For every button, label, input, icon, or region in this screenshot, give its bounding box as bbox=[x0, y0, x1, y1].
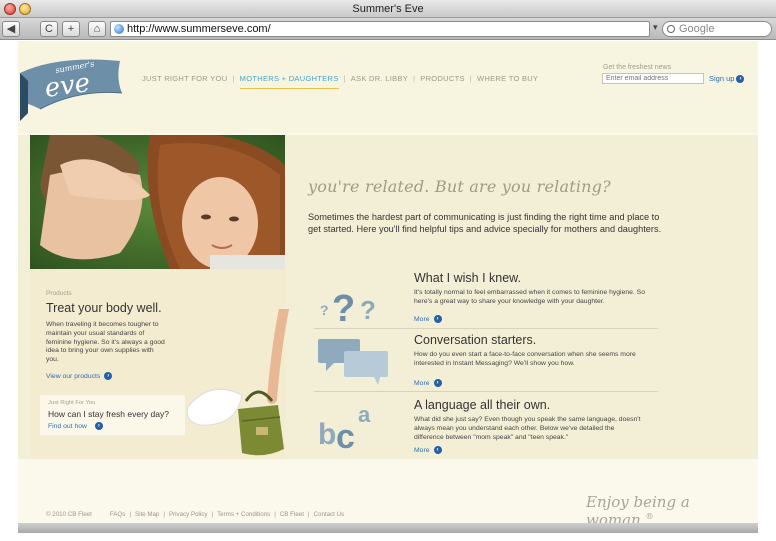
search-icon bbox=[667, 25, 675, 33]
more-link[interactable]: More › bbox=[414, 315, 442, 323]
products-body: When traveling it becomes tougher to mai… bbox=[46, 321, 165, 364]
divider bbox=[314, 391, 658, 392]
feature-conversation-starters: Conversation starters. How do you even s… bbox=[314, 333, 658, 393]
view-products-link[interactable]: View our products › bbox=[46, 372, 113, 380]
reload-button[interactable]: C bbox=[40, 21, 58, 37]
arrow-right-icon: › bbox=[104, 372, 113, 380]
main-nav: JUST RIGHT FOR YOU | MOTHERS + DAUGHTERS… bbox=[142, 74, 538, 89]
find-out-how-link[interactable]: Find out how › bbox=[48, 422, 103, 430]
nav-separator: | bbox=[469, 74, 473, 83]
feature-body: It's totally normal to feel embarrassed … bbox=[414, 289, 645, 305]
view-products-label: View our products bbox=[46, 372, 101, 380]
more-label: More bbox=[414, 379, 430, 387]
hero-tagline: you're related. But are you relating? bbox=[308, 177, 611, 196]
question-marks-icon: ? ? ? bbox=[320, 288, 376, 330]
back-button[interactable]: ◀ bbox=[2, 21, 20, 37]
search-field[interactable]: Google bbox=[662, 21, 772, 37]
feature-title: A language all their own. bbox=[414, 398, 551, 412]
copyright: © 2010 CB Fleet bbox=[46, 511, 92, 518]
arrow-right-icon: › bbox=[94, 422, 103, 430]
signup-button[interactable]: Sign up › bbox=[709, 74, 745, 83]
search-placeholder: Google bbox=[679, 23, 715, 35]
svg-text:?: ? bbox=[360, 295, 376, 325]
nav-separator: | bbox=[232, 74, 235, 83]
feature-language: b c a A language all their own. What did… bbox=[314, 398, 658, 458]
window-controls bbox=[4, 3, 31, 15]
speech-bubbles-icon bbox=[318, 339, 388, 385]
find-out-how-label: Find out how bbox=[48, 422, 87, 430]
registered-mark: ® bbox=[645, 512, 654, 521]
products-panel: Products Treat your body well. When trav… bbox=[30, 269, 289, 459]
feature-body: What did she just say? Even though you s… bbox=[414, 416, 641, 441]
url-text: http://www.summerseve.com/ bbox=[127, 23, 271, 35]
nav-separator: | bbox=[343, 74, 346, 83]
globe-icon bbox=[114, 24, 124, 34]
mother-daughter-photo bbox=[30, 135, 285, 269]
arrow-right-icon: › bbox=[736, 74, 745, 83]
feature-title: What I wish I knew. bbox=[414, 271, 521, 285]
footer-separator: | bbox=[211, 511, 214, 518]
feature-what-i-wish: ? ? ? What I wish I knew. It's totally n… bbox=[314, 271, 658, 331]
arrow-right-icon: › bbox=[433, 315, 442, 323]
address-bar[interactable]: http://www.summerseve.com/ bbox=[110, 21, 650, 37]
just-right-panel: Just Right For You How can I stay fresh … bbox=[40, 395, 185, 435]
just-right-eyebrow: Just Right For You bbox=[48, 400, 96, 406]
nav-ask-dr-libby[interactable]: ASK DR. LIBBY bbox=[351, 74, 408, 89]
footer-link-cb-fleet[interactable]: CB Fleet bbox=[280, 511, 304, 518]
nav-products[interactable]: PRODUCTS bbox=[420, 74, 465, 89]
nav-just-right[interactable]: JUST RIGHT FOR YOU bbox=[142, 74, 227, 89]
more-link[interactable]: More › bbox=[414, 446, 442, 454]
svg-text:?: ? bbox=[320, 302, 329, 318]
footer-link-contact[interactable]: Contact Us bbox=[314, 511, 345, 518]
handbag-illustration bbox=[186, 309, 289, 456]
footer-link-terms[interactable]: Terms + Conditions bbox=[217, 511, 270, 518]
signup-label: Sign up bbox=[709, 74, 735, 83]
footer-link-site-map[interactable]: Site Map bbox=[135, 511, 159, 518]
divider bbox=[314, 328, 658, 329]
arrow-right-icon: › bbox=[433, 446, 442, 454]
logo-large-text: eve bbox=[43, 68, 92, 104]
close-window-button[interactable] bbox=[4, 3, 16, 15]
footer-link-faqs[interactable]: FAQs bbox=[110, 511, 125, 518]
window-title: Summer's Eve bbox=[352, 3, 424, 15]
products-eyebrow: Products bbox=[46, 290, 72, 297]
footer-link-privacy[interactable]: Privacy Policy bbox=[169, 511, 208, 518]
hero-intro: Sometimes the hardest part of communicat… bbox=[308, 212, 662, 234]
more-label: More bbox=[414, 315, 430, 323]
footer-separator: | bbox=[163, 511, 165, 518]
svg-text:a: a bbox=[358, 402, 371, 427]
url-dropdown-icon[interactable]: ▾ bbox=[653, 22, 658, 33]
nav-separator: | bbox=[413, 74, 416, 83]
add-bookmark-button[interactable]: + bbox=[62, 21, 80, 37]
window-titlebar: Summer's Eve bbox=[0, 0, 776, 18]
summers-eve-logo[interactable]: summer's eve bbox=[18, 51, 128, 121]
newsletter-email-input[interactable] bbox=[602, 73, 704, 84]
svg-text:b: b bbox=[318, 418, 336, 451]
footer-separator: | bbox=[129, 511, 131, 518]
footer-separator: | bbox=[274, 511, 276, 518]
newsletter-label: Get the freshest news bbox=[603, 64, 672, 71]
more-link[interactable]: More › bbox=[414, 379, 442, 387]
footer-separator: | bbox=[307, 511, 310, 518]
svg-text:c: c bbox=[336, 418, 355, 456]
home-button[interactable]: ⌂ bbox=[88, 21, 106, 37]
letters-icon: b c a bbox=[318, 402, 371, 456]
svg-text:?: ? bbox=[332, 288, 355, 330]
products-title: Treat your body well. bbox=[46, 301, 162, 315]
nav-where-to-buy[interactable]: WHERE TO BUY bbox=[477, 74, 538, 89]
just-right-title: How can I stay fresh every day? bbox=[48, 409, 169, 419]
footer: © 2010 CB Fleet FAQs | Site Map | Privac… bbox=[46, 511, 344, 518]
feature-title: Conversation starters. bbox=[414, 333, 537, 347]
more-label: More bbox=[414, 446, 430, 454]
feature-body: How do you even start a face-to-face con… bbox=[414, 351, 636, 367]
arrow-right-icon: › bbox=[433, 379, 442, 387]
minimize-window-button[interactable] bbox=[19, 3, 31, 15]
nav-mothers-daughters[interactable]: MOTHERS + DAUGHTERS bbox=[239, 74, 339, 89]
web-page: summer's eve JUST RIGHT FOR YOU | MOTHER… bbox=[18, 41, 758, 529]
browser-toolbar: ◀ C + ⌂ http://www.summerseve.com/ ▾ Goo… bbox=[0, 18, 776, 40]
browser-status-bar bbox=[18, 523, 758, 533]
